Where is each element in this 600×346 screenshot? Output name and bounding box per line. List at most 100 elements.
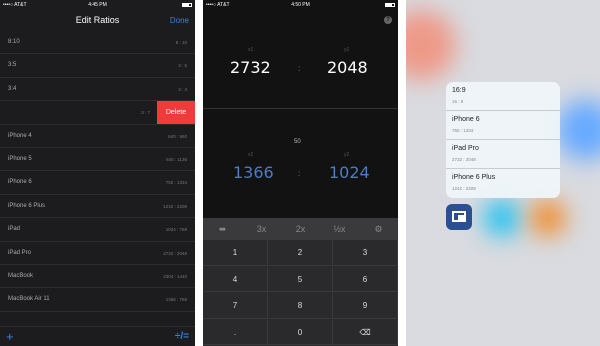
blurred-app-icon [484,200,520,236]
quick-action-title: iPhone 6 Plus [452,174,496,181]
ratio-name: iPhone 6 [8,179,32,186]
battery-icon [385,2,395,8]
x2-field[interactable]: 1366 [233,163,274,182]
list-item[interactable]: MacBook Air 11 1366 : 768 [0,288,195,312]
ratio-name: MacBook Air 11 [8,296,50,303]
list-item[interactable]: 3:4 3 : 4 [0,78,195,102]
add-ratio-button[interactable]: + [6,329,14,344]
ratio-value: 1366 : 768 [165,297,187,303]
quick-action-title: iPad Pro [452,145,479,152]
swap-icon[interactable]: ⬌ [203,218,242,240]
list-item[interactable]: iPad Pro 2732 : 2048 [0,242,195,265]
quick-action-item[interactable]: 16:9 16 : 9 [446,82,560,111]
quick-action-title: 16:9 [452,87,466,94]
divider [203,108,398,109]
key-8[interactable]: 8 [268,293,333,319]
ratio-name: iPad [8,226,21,233]
blurred-app-icon [530,200,566,236]
ratio-value: 640 : 1136 [166,156,187,162]
help-icon[interactable]: ? [384,16,392,24]
ratio-name: 3:4 [8,85,17,92]
quick-action-item[interactable]: iPad Pro 2732 : 2048 [446,140,560,169]
y1-label: y1 [344,47,350,53]
ratio-name: iPhone 4 [8,132,32,139]
ratio-name: iPad Pro [8,249,32,256]
list-item[interactable]: iPad 1024 : 768 [0,218,195,242]
quick-action-title: iPhone 6 [452,116,480,123]
percentage-value[interactable]: 50 [294,139,301,145]
clock: 4:50 PM [291,2,310,8]
quick-action-subtitle: 2732 : 2048 [452,157,476,162]
ratio-value: 640 : 960 [168,133,187,139]
quick-action-item[interactable]: iPhone 6 Plus 1242 : 2208 [446,169,560,198]
keypad: ⬌ 3x 2x ½x ⚙ 1 2 3 4 5 6 7 8 9. 0 ⌫ [203,218,398,346]
ratio-name: iPhone 5 [8,155,32,162]
quick-action-item[interactable]: iPhone 6 750 : 1334 [446,111,560,140]
battery-icon [182,2,192,8]
blurred-app-icon [406,10,456,80]
ratio-value: 2732 : 2048 [163,250,187,256]
calculator-button[interactable]: ÷/= [175,331,189,342]
ratio-value: 8 : 10 [175,40,187,45]
bottom-toolbar: + ÷/= [0,326,195,346]
half-button[interactable]: ½x [320,218,359,240]
ratio-value: 3 : 4 [178,86,187,92]
list-item[interactable]: iPhone 4 640 : 960 [0,125,195,148]
list-item[interactable]: 3 : 7 Delete [0,101,195,125]
ratio-colon: : [298,64,301,73]
ratio-list: 8:10 8 : 10 3:5 3 : 5 3:4 3 : 43 : 7 Delete iPh… [0,31,195,312]
quick-action-subtitle: 1242 : 2208 [452,186,476,191]
gear-icon[interactable]: ⚙ [359,218,398,240]
ratio-value: 3 : 5 [178,63,187,69]
x2-label: x2 [248,152,254,158]
clock: 4:45 PM [88,2,107,8]
y2-field[interactable]: 1024 [329,163,370,182]
status-bar: ••••○ AT&T 4:50 PM [203,0,398,9]
app-icon[interactable] [446,204,472,230]
ratio-value: 750 : 1334 [165,180,187,186]
key-5[interactable]: 5 [268,266,333,293]
ratio-name: iPhone 6 Plus [8,202,46,209]
backspace-key[interactable]: ⌫ [333,319,398,346]
edit-ratios-screen: ••••○ AT&T 4:45 PM Edit Ratios Done 8:10… [0,0,195,346]
nav-bar: Edit Ratios Done [0,9,195,31]
x1-label: x1 [248,47,254,53]
page-title: Edit Ratios [75,15,120,25]
key-4[interactable]: 4 [203,266,268,293]
list-item[interactable]: iPhone 6 Plus 1242 : 2208 [0,195,195,219]
blurred-app-icon [556,100,600,160]
list-item[interactable]: 8:10 8 : 10 [0,31,195,55]
list-item[interactable]: 3:5 3 : 5 [0,54,195,78]
ratio-value: 2304 : 1440 [163,273,187,279]
ratio-name: 8:10 [8,39,20,45]
list-item[interactable]: iPhone 5 640 : 1136 [0,148,195,172]
done-button[interactable]: Done [170,16,189,25]
list-item[interactable]: iPhone 6 750 : 1334 [0,171,195,195]
double-button[interactable]: 2x [281,218,320,240]
home-screen-quick-actions: 16:9 16 : 9 iPhone 6 750 : 1334 iPad Pro 2732… [406,0,600,346]
ratio-value: 1024 : 768 [165,227,187,233]
ratio-value: 3 : 7 [141,110,150,116]
triple-button[interactable]: 3x [242,218,281,240]
y1-field[interactable]: 2048 [327,58,368,77]
key-1[interactable]: 1 [203,240,268,266]
status-bar: ••••○ AT&T 4:45 PM [0,0,195,9]
quick-action-menu: 16:9 16 : 9 iPhone 6 750 : 1334 iPad Pro 2732… [446,82,560,198]
x1-field[interactable]: 2732 [230,58,271,77]
key-2[interactable]: 2 [268,240,333,266]
key-7[interactable]: 7 [203,293,268,319]
key-3[interactable]: 3 [333,240,398,266]
delete-button[interactable]: Delete [157,101,195,124]
calculator-screen: ••••○ AT&T 4:50 PM ? x1 y1 2732 : 2048 5… [203,0,398,346]
ratio-value: 1242 : 2208 [163,203,187,209]
key-9[interactable]: 9 [333,293,398,319]
key-decimal[interactable]: . [203,319,268,346]
ratio-name: MacBook [8,272,34,279]
quick-action-subtitle: 16 : 9 [452,99,464,104]
list-item[interactable]: MacBook 2304 : 1440 [0,265,195,289]
key-6[interactable]: 6 [333,266,398,293]
key-0[interactable]: 0 [268,319,333,346]
ratio-colon: : [298,169,301,178]
y2-label: y2 [344,152,350,158]
function-row: ⬌ 3x 2x ½x ⚙ [203,218,398,240]
